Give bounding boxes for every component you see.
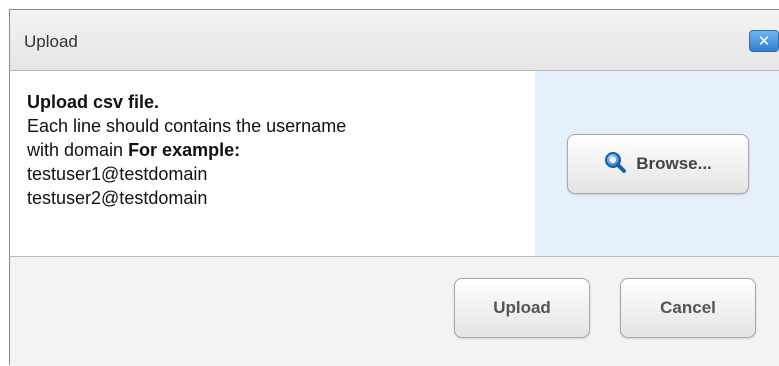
browse-panel: Browse... [535,71,779,256]
dialog-title: Upload [24,32,78,51]
browse-button[interactable]: Browse... [567,134,749,194]
browse-button-label: Browse... [636,154,712,173]
instructions-line-1: Each line should contains the username [27,116,347,136]
search-icon [604,151,627,178]
close-icon: ✕ [757,32,771,50]
instructions-line-2: with domain For example: [27,138,346,162]
instructions-example-label: For example: [128,140,241,160]
example-line-2: testuser2@testdomain [27,188,208,208]
dialog-titlebar: Upload ✕ [10,10,779,71]
instructions-heading: Upload csv file. [27,92,160,112]
example-line-1: testuser1@testdomain [27,164,208,184]
instructions-line-2-prefix: with domain [27,140,129,160]
dialog-content: Upload csv file. Each line should contai… [10,71,779,257]
instructions-text: Upload csv file. Each line should contai… [27,90,346,210]
close-button[interactable]: ✕ [749,30,779,52]
cancel-button[interactable]: Cancel [620,278,756,338]
dialog-footer: Upload Cancel [10,257,779,366]
upload-dialog: Upload ✕ Upload csv file. Each line shou… [9,9,779,366]
upload-button[interactable]: Upload [454,278,590,338]
